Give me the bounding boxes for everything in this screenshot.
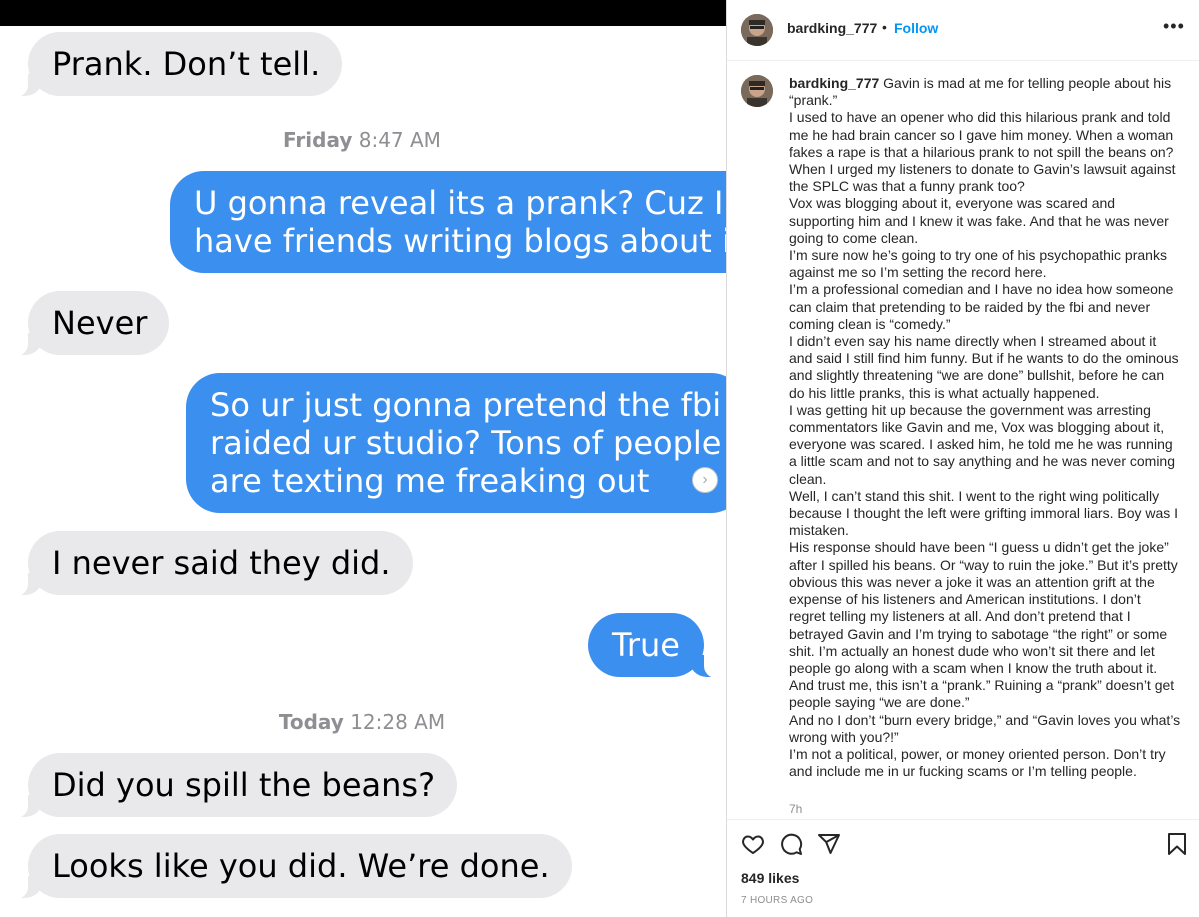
message-sent: So ur just gonna pretend the fbi raided … [186,373,726,513]
caption-username[interactable]: bardking_777 [789,75,879,91]
separator-dot: • [882,19,887,35]
post-caption: bardking_777 Gavin is mad at me for tell… [789,75,1181,780]
more-horizontal-icon[interactable]: ••• [1163,16,1185,37]
top-bar [0,0,726,26]
message-received: Looks like you did. We’re done. [12,834,572,899]
timestamp: Today 12:28 AM [278,710,446,734]
actions-divider [727,819,1199,820]
comment-icon[interactable] [779,832,803,856]
post-timestamp: 7 HOURS AGO [741,895,814,906]
timestamp: Friday 8:47 AM [283,128,441,152]
bookmark-icon[interactable] [1165,832,1189,856]
message-received: Never [11,291,170,356]
caption-time: 7h [789,802,803,816]
message-received: I never said they did. [12,531,413,596]
avatar[interactable] [741,14,773,46]
header-username[interactable]: bardking_777 [787,20,877,36]
like-count[interactable]: 849 likes [741,870,799,886]
share-icon[interactable] [817,832,841,856]
follow-button[interactable]: Follow [894,20,938,36]
message-received: Prank. Don’t tell. [11,32,343,97]
heart-icon[interactable] [741,832,765,856]
imessage-screenshot: Prank. Don’t tell. Friday 8:47 AM U gonn… [0,0,726,917]
caption-avatar[interactable] [741,75,773,107]
message-sent: True [588,613,720,678]
instagram-post-panel: bardking_777 • Follow ••• bardking_777 G… [727,0,1199,917]
message-sent: U gonna reveal its a prank? Cuz I have f… [170,171,726,273]
chevron-right-icon[interactable]: › [692,467,718,493]
post-header: bardking_777 • Follow ••• [727,0,1199,61]
message-received: Did you spill the beans? [11,753,458,818]
